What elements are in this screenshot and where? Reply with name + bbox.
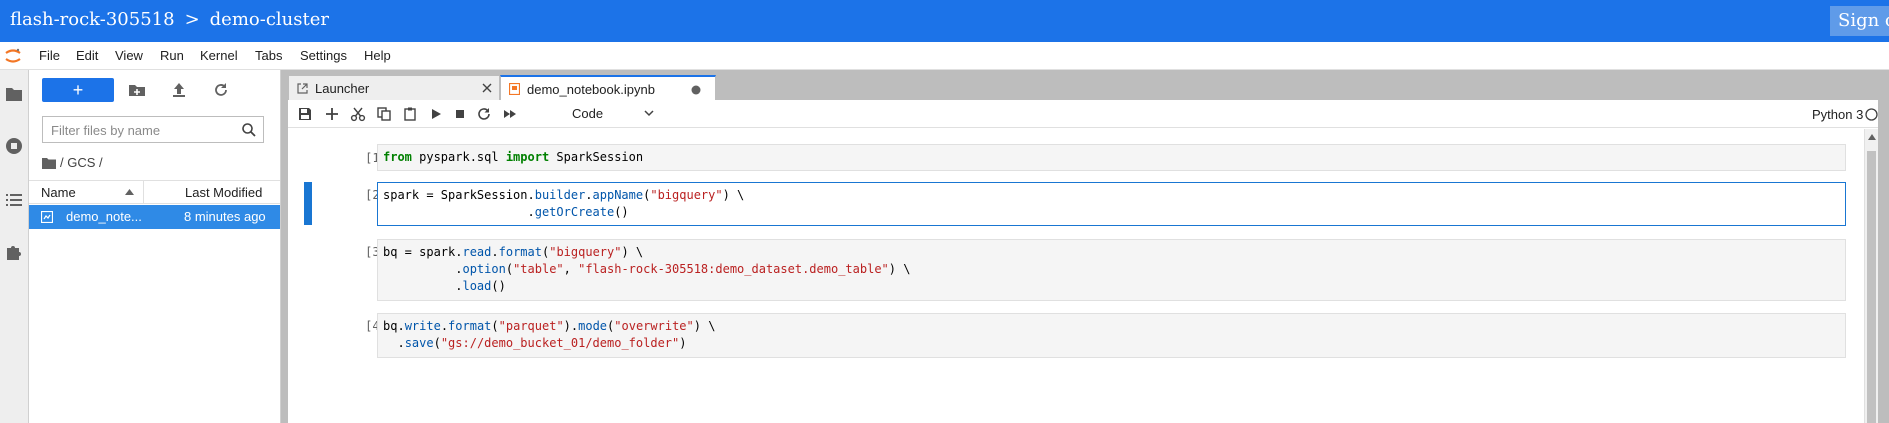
breadcrumb-separator: > (184, 9, 200, 30)
kernel-status-icon (1865, 108, 1878, 121)
menu-tabs[interactable]: Tabs (255, 48, 282, 63)
project-name[interactable]: flash-rock-305518 (10, 9, 175, 30)
file-row[interactable]: demo_note... 8 minutes ago (29, 205, 280, 229)
add-cell-icon[interactable] (324, 106, 340, 122)
unsaved-dot-icon[interactable] (691, 85, 701, 95)
launch-icon (297, 83, 308, 94)
save-icon[interactable] (297, 106, 313, 122)
breadcrumb-path[interactable]: / GCS / (42, 155, 103, 170)
current-path: / GCS / (60, 155, 103, 170)
sign-out-button[interactable]: Sign out (1830, 6, 1889, 36)
notebook-icon (509, 83, 520, 95)
menu-view[interactable]: View (115, 48, 143, 63)
table-of-contents-icon[interactable] (4, 190, 24, 210)
refresh-icon[interactable] (211, 80, 231, 100)
restart-icon[interactable] (476, 106, 492, 122)
notebook-file-icon (41, 211, 53, 223)
fast-forward-icon[interactable] (502, 106, 518, 122)
tab-bar: Launcher demo_notebook.ipynb (281, 70, 1889, 101)
scroll-up-icon[interactable] (1868, 134, 1876, 140)
tab-launcher[interactable]: Launcher (288, 75, 500, 101)
notebook-panel: Code Python 3 [1]: from pyspark.sql impo… (288, 100, 1878, 423)
cluster-name[interactable]: demo-cluster (210, 9, 329, 30)
chevron-down-icon[interactable] (644, 110, 654, 117)
tab-label: demo_notebook.ipynb (527, 82, 655, 97)
file-modified: 8 minutes ago (184, 209, 266, 224)
cell-editor[interactable]: from pyspark.sql import SparkSession (377, 144, 1846, 171)
file-filter-field[interactable] (42, 116, 264, 143)
file-name: demo_note... (66, 209, 142, 224)
running-kernels-icon[interactable] (4, 136, 24, 156)
jupyter-logo-icon (5, 48, 21, 63)
new-launcher-button[interactable]: + (42, 78, 114, 102)
tab-label: Launcher (315, 81, 370, 96)
kernel-name[interactable]: Python 3 (1812, 107, 1863, 122)
column-divider[interactable] (143, 181, 144, 203)
cell-editor[interactable]: spark = SparkSession.builder.appName("bi… (377, 182, 1846, 226)
file-filter-input[interactable] (49, 121, 233, 140)
close-icon[interactable] (482, 83, 492, 93)
paste-icon[interactable] (402, 106, 418, 122)
stop-icon[interactable] (452, 106, 468, 122)
sort-ascending-icon[interactable] (125, 189, 134, 195)
menu-bar: File Edit View Run Kernel Tabs Settings … (0, 42, 1889, 70)
menu-kernel[interactable]: Kernel (200, 48, 238, 63)
main-dock-area: Launcher demo_notebook.ipynb Code Python… (281, 70, 1889, 423)
folder-icon[interactable] (4, 84, 24, 104)
copy-icon[interactable] (376, 106, 392, 122)
menu-run[interactable]: Run (160, 48, 184, 63)
top-banner: flash-rock-305518 > demo-cluster Sign out (0, 0, 1889, 42)
left-sidebar-rail (0, 70, 29, 423)
notebook-scrollbar[interactable] (1864, 129, 1878, 423)
menu-help[interactable]: Help (364, 48, 391, 63)
cell-type-select[interactable]: Code (572, 106, 603, 121)
breadcrumb: flash-rock-305518 > demo-cluster (10, 9, 329, 30)
name-column-header[interactable]: Name (41, 185, 76, 200)
notebook-cells: [1]: from pyspark.sql import SparkSessio… (288, 129, 1878, 423)
last-modified-column-header[interactable]: Last Modified (185, 185, 262, 200)
extensions-icon[interactable] (4, 242, 24, 262)
cut-icon[interactable] (350, 106, 366, 122)
new-folder-icon[interactable] (127, 80, 147, 100)
menu-settings[interactable]: Settings (300, 48, 347, 63)
upload-icon[interactable] (169, 80, 189, 100)
search-icon (242, 123, 256, 137)
menu-file[interactable]: File (39, 48, 60, 63)
scrollbar-thumb[interactable] (1867, 151, 1876, 423)
file-browser-panel: + / GCS / Name Last Modified demo_note (29, 70, 281, 423)
active-cell-indicator (304, 182, 312, 225)
run-icon[interactable] (428, 106, 444, 122)
notebook-toolbar: Code Python 3 (288, 100, 1878, 128)
cell-editor[interactable]: bq = spark.read.format("bigquery") \ .op… (377, 239, 1846, 301)
folder-icon (42, 158, 56, 169)
cell-editor[interactable]: bq.write.format("parquet").mode("overwri… (377, 313, 1846, 358)
menu-edit[interactable]: Edit (76, 48, 98, 63)
file-list-header: Name Last Modified (29, 180, 280, 204)
tab-demo-notebook[interactable]: demo_notebook.ipynb (500, 75, 716, 101)
